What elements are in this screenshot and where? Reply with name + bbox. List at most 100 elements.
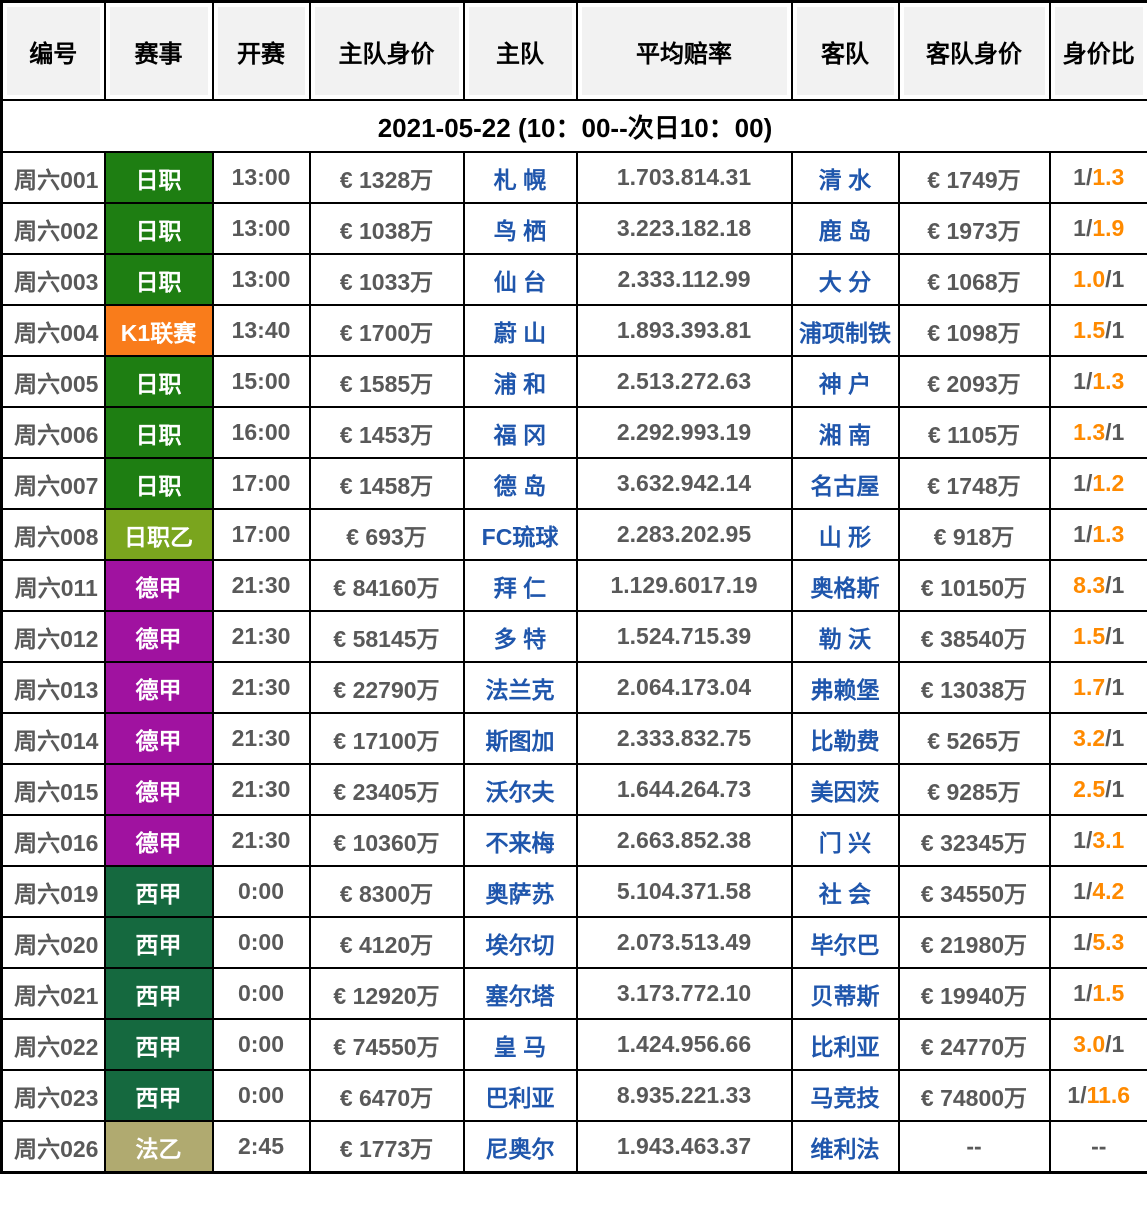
kickoff-time-cell: 13:00 xyxy=(211,151,311,204)
column-header: 开赛 xyxy=(211,0,311,101)
match-id-cell: 周六013 xyxy=(0,661,106,714)
avg-odds-cell: 8.935.221.33 xyxy=(575,1069,793,1122)
ratio-segment: 1/ xyxy=(1073,929,1093,955)
ratio-segment: 4.2 xyxy=(1092,878,1125,904)
away-value-cell: € 24770万 xyxy=(897,1018,1051,1071)
table-row: 周六006 日职 16:00 € 1453万福 冈 2.292.993.19 湘 南 € 1… xyxy=(0,406,1147,459)
away-value-cell: € 32345万 xyxy=(897,814,1051,867)
match-id-cell: 周六014 xyxy=(0,712,106,765)
league-badge: 日职 xyxy=(103,457,214,510)
ratio-segment: /1 xyxy=(1105,776,1125,802)
league-badge: 西甲 xyxy=(103,1018,214,1071)
home-team-cell: 埃尔切 xyxy=(462,916,578,969)
avg-odds-cell: 2.073.513.49 xyxy=(575,916,793,969)
ratio-segment: 1.3 xyxy=(1092,164,1125,190)
column-header: 主队 xyxy=(462,0,578,101)
away-team-cell: 比利亚 xyxy=(790,1018,900,1071)
ratio-segment: 1.3 xyxy=(1092,368,1125,394)
away-value-cell: € 918万 xyxy=(897,508,1051,561)
league-badge: 法乙 xyxy=(103,1120,214,1174)
league-badge: 西甲 xyxy=(103,967,214,1020)
away-team-cell: 马竞技 xyxy=(790,1069,900,1122)
away-team-cell: 山 形 xyxy=(790,508,900,561)
table-row: 周六019 西甲 0:00 € 8300万 奥萨苏 5.104.371.58 社 会 € 34… xyxy=(0,865,1147,918)
home-team-cell: 札 幌 xyxy=(462,151,578,204)
match-id-cell: 周六016 xyxy=(0,814,106,867)
table-row: 周六004 K1联赛 13:40 € 1700万蔚 山 1.893.393.81 浦项制铁… xyxy=(0,304,1147,357)
ratio-cell: 1/1.9 xyxy=(1048,202,1147,255)
ratio-cell: 1/1.3 xyxy=(1048,355,1147,408)
avg-odds-cell: 1.943.463.37 xyxy=(575,1120,793,1174)
away-value-cell: € 1068万 xyxy=(897,253,1051,306)
match-id-cell: 周六015 xyxy=(0,763,106,816)
kickoff-time-cell: 13:00 xyxy=(211,202,311,255)
match-id-cell: 周六006 xyxy=(0,406,106,459)
away-value-cell: € 21980万 xyxy=(897,916,1051,969)
kickoff-time-cell: 17:00 xyxy=(211,508,311,561)
ratio-cell: 1/1.2 xyxy=(1048,457,1147,510)
home-team-cell: 拜 仁 xyxy=(462,559,578,612)
home-value-cell: € 1585万 xyxy=(308,355,465,408)
column-header: 身价比 xyxy=(1048,0,1147,101)
kickoff-time-cell: 13:40 xyxy=(211,304,311,357)
away-team-cell: 勒 沃 xyxy=(790,610,900,663)
home-value-cell: € 22790万 xyxy=(308,661,465,714)
ratio-segment: 11.6 xyxy=(1086,1082,1131,1108)
home-team-cell: 多 特 xyxy=(462,610,578,663)
table-row: 周六007 日职 17:00 € 1458万德 岛 3.632.942.14 名古屋 € 1… xyxy=(0,457,1147,510)
ratio-segment: 1/ xyxy=(1073,470,1093,496)
ratio-segment: -- xyxy=(1091,1133,1107,1159)
away-team-cell: 名古屋 xyxy=(790,457,900,510)
match-id-cell: 周六021 xyxy=(0,967,106,1020)
ratio-cell: 1.0/1 xyxy=(1048,253,1147,306)
ratio-cell: 1.7/1 xyxy=(1048,661,1147,714)
away-team-cell: 大 分 xyxy=(790,253,900,306)
ratio-segment: 1/ xyxy=(1073,521,1093,547)
table-row: 周六015 德甲 21:30 € 23405万 沃尔夫 1.644.264.73 美因茨 € … xyxy=(0,763,1147,816)
kickoff-time-cell: 0:00 xyxy=(211,1069,311,1122)
avg-odds-cell: 1.703.814.31 xyxy=(575,151,793,204)
away-team-cell: 浦项制铁 xyxy=(790,304,900,357)
away-team-cell: 社 会 xyxy=(790,865,900,918)
ratio-cell: 8.3/1 xyxy=(1048,559,1147,612)
ratio-segment: 1.3 xyxy=(1092,521,1125,547)
ratio-segment: 2.5 xyxy=(1073,776,1106,802)
ratio-segment: 3.2 xyxy=(1073,725,1106,751)
home-team-cell: 皇 马 xyxy=(462,1018,578,1071)
avg-odds-cell: 1.644.264.73 xyxy=(575,763,793,816)
home-value-cell: € 6470万 xyxy=(308,1069,465,1122)
ratio-segment: /1 xyxy=(1105,623,1125,649)
home-value-cell: € 693万 xyxy=(308,508,465,561)
league-badge: 日职 xyxy=(103,406,214,459)
home-team-cell: 奥萨苏 xyxy=(462,865,578,918)
home-value-cell: € 1700万 xyxy=(308,304,465,357)
league-badge: 德甲 xyxy=(103,712,214,765)
home-value-cell: € 1038万 xyxy=(308,202,465,255)
away-value-cell: € 1098万 xyxy=(897,304,1051,357)
match-id-cell: 周六023 xyxy=(0,1069,106,1122)
kickoff-time-cell: 21:30 xyxy=(211,610,311,663)
kickoff-time-cell: 16:00 xyxy=(211,406,311,459)
kickoff-time-cell: 21:30 xyxy=(211,712,311,765)
away-team-cell: 比勒费 xyxy=(790,712,900,765)
league-badge: 日职 xyxy=(103,355,214,408)
match-id-cell: 周六008 xyxy=(0,508,106,561)
ratio-segment: /1 xyxy=(1105,317,1125,343)
league-badge: 日职 xyxy=(103,151,214,204)
home-team-cell: 福 冈 xyxy=(462,406,578,459)
table-row: 周六020 西甲 0:00 € 4120万 埃尔切 2.073.513.49 毕尔巴 € 21… xyxy=(0,916,1147,969)
ratio-cell: 1/1.3 xyxy=(1048,151,1147,204)
match-id-cell: 周六002 xyxy=(0,202,106,255)
ratio-segment: 8.3 xyxy=(1073,572,1106,598)
away-value-cell: € 1748万 xyxy=(897,457,1051,510)
kickoff-time-cell: 0:00 xyxy=(211,967,311,1020)
ratio-cell: 1.5/1 xyxy=(1048,304,1147,357)
table-row: 周六003 日职 13:00 € 1033万仙 台 2.333.112.99 大 分 € 1… xyxy=(0,253,1147,306)
home-value-cell: € 1328万 xyxy=(308,151,465,204)
home-team-cell: 尼奥尔 xyxy=(462,1120,578,1174)
ratio-segment: 1/ xyxy=(1073,980,1093,1006)
home-team-cell: 塞尔塔 xyxy=(462,967,578,1020)
date-row: 2021-05-22 (10：00--次日10：00) xyxy=(0,99,1147,153)
match-id-cell: 周六026 xyxy=(0,1120,106,1174)
home-value-cell: € 1458万 xyxy=(308,457,465,510)
